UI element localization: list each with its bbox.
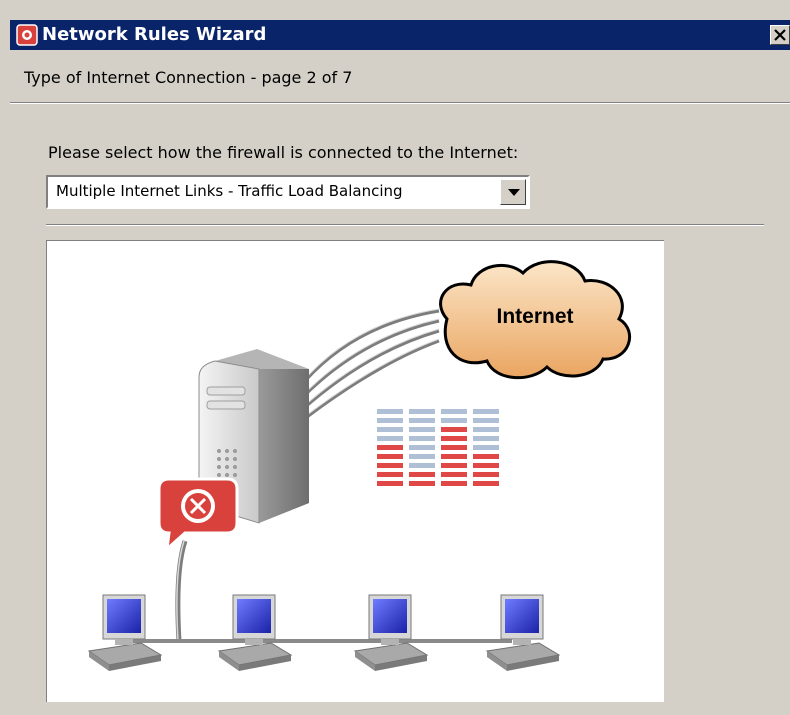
dropdown-arrow-button[interactable] <box>500 179 526 205</box>
load-bar-segment <box>473 436 499 441</box>
title-bar[interactable]: Network Rules Wizard <box>10 20 790 50</box>
uplink-cables <box>293 309 440 419</box>
load-bar-segment <box>377 472 403 477</box>
window-title: Network Rules Wizard <box>42 24 267 45</box>
connection-prompt: Please select how the firewall is connec… <box>48 143 519 162</box>
load-bar-segment <box>441 418 467 423</box>
workstations <box>87 594 561 671</box>
workstation-icon <box>485 594 561 671</box>
load-bar-segment <box>473 481 499 486</box>
load-bar-segment <box>441 445 467 450</box>
load-bar-segment <box>377 454 403 459</box>
load-bar-segment <box>377 418 403 423</box>
load-bar-segment <box>473 427 499 432</box>
workstation-icon <box>353 594 429 671</box>
load-bar-segment <box>441 436 467 441</box>
load-bar-segment <box>441 481 467 486</box>
server-lan-cable <box>175 540 188 642</box>
load-bar-segment <box>473 454 499 459</box>
workstation-icon <box>87 594 163 671</box>
connection-type-select[interactable]: Multiple Internet Links - Traffic Load B… <box>46 175 530 209</box>
wizard-app-icon <box>16 24 38 46</box>
load-bar-segment <box>441 463 467 468</box>
load-bar-segment <box>473 472 499 477</box>
load-bar-segment <box>409 472 435 477</box>
load-bar-segment <box>409 436 435 441</box>
load-bar-segment <box>409 427 435 432</box>
connection-diagram: Internet <box>46 240 664 702</box>
select-divider <box>46 224 764 226</box>
internet-cloud-icon: Internet <box>439 260 631 380</box>
load-bar-segment <box>377 409 403 414</box>
firewall-badge-icon <box>157 477 239 553</box>
connection-type-value: Multiple Internet Links - Traffic Load B… <box>56 182 403 200</box>
load-bar-segment <box>409 418 435 423</box>
header-divider <box>10 102 790 104</box>
load-bar-segment <box>473 463 499 468</box>
load-bar-segment <box>409 409 435 414</box>
load-bar-segment <box>473 409 499 414</box>
internet-label: Internet <box>496 305 573 328</box>
load-bar-segment <box>409 463 435 468</box>
load-bar-segment <box>441 427 467 432</box>
load-bar-segment <box>377 427 403 432</box>
load-bar-segment <box>409 445 435 450</box>
load-bar-segment <box>377 481 403 486</box>
load-bar-segment <box>377 436 403 441</box>
load-bar-segment <box>473 445 499 450</box>
load-bar-segment <box>409 454 435 459</box>
page-header: Type of Internet Connection - page 2 of … <box>24 68 353 87</box>
wizard-window: Network Rules Wizard Type of Internet Co… <box>0 0 790 715</box>
load-bar-segment <box>377 463 403 468</box>
close-button[interactable] <box>770 25 790 45</box>
workstation-icon <box>217 594 293 671</box>
load-bar-segment <box>409 481 435 486</box>
load-bar-segment <box>441 472 467 477</box>
close-icon <box>774 29 786 41</box>
load-bar-segment <box>377 445 403 450</box>
load-bar-segment <box>441 454 467 459</box>
load-bar-segment <box>473 418 499 423</box>
load-balancing-bars-icon <box>377 409 499 486</box>
load-bar-segment <box>441 409 467 414</box>
